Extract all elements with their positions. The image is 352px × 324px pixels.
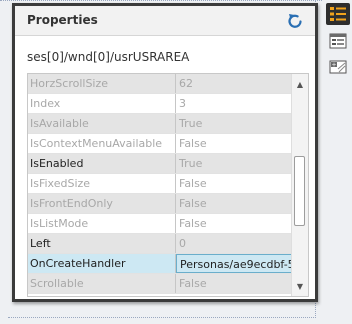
property-value: False bbox=[179, 137, 207, 150]
refresh-icon bbox=[288, 14, 302, 28]
property-row[interactable]: IsListMode False bbox=[28, 214, 292, 234]
vertical-scrollbar[interactable]: ▲ ▼ bbox=[291, 74, 308, 296]
property-name: IsContextMenuAvailable bbox=[28, 134, 176, 153]
property-name: HorzScrollSize bbox=[28, 74, 176, 93]
property-grid[interactable]: HorzScrollSize 62 Index 3 IsAvailable True IsC… bbox=[27, 73, 309, 297]
property-name: IsAvailable bbox=[28, 114, 176, 133]
scroll-thumb[interactable] bbox=[294, 156, 305, 226]
property-value: False bbox=[179, 197, 207, 210]
property-row[interactable]: IsContextMenuAvailable False bbox=[28, 134, 292, 154]
property-row[interactable]: HorzScrollSize 62 bbox=[28, 74, 292, 94]
svg-text:+: + bbox=[332, 62, 337, 69]
property-row[interactable]: IsFixedSize False bbox=[28, 174, 292, 194]
refresh-button[interactable] bbox=[285, 11, 305, 31]
panel-header: Properties bbox=[15, 6, 315, 36]
property-value: True bbox=[179, 117, 203, 130]
properties-list-button[interactable] bbox=[326, 3, 350, 25]
side-toolbar: + bbox=[322, 0, 352, 324]
property-name: OnCreateHandler bbox=[28, 254, 176, 273]
property-row[interactable]: IsFrontEndOnly False bbox=[28, 194, 292, 214]
properties-panel: Properties ses[0]/wnd[0]/usrUSRAREA Horz… bbox=[12, 3, 318, 302]
property-row[interactable]: Left 0 bbox=[28, 234, 292, 254]
property-name: Scrollable bbox=[28, 274, 176, 293]
property-name: IsListMode bbox=[28, 214, 176, 233]
scroll-up-arrow[interactable]: ▲ bbox=[292, 76, 308, 92]
property-row[interactable]: OnCreateHandlerPersonas/ae9ecdbf-5a0 bbox=[28, 254, 292, 274]
property-value: False bbox=[179, 177, 207, 190]
property-value: False bbox=[179, 277, 207, 290]
property-name: IsEnabled bbox=[28, 154, 176, 173]
property-row[interactable]: IsEnabled True bbox=[28, 154, 292, 174]
property-rows: HorzScrollSize 62 Index 3 IsAvailable True IsC… bbox=[28, 74, 292, 294]
element-tree-button[interactable] bbox=[326, 30, 350, 52]
property-value[interactable]: True bbox=[176, 154, 292, 173]
property-value: False bbox=[179, 217, 207, 230]
property-row[interactable]: Index 3 bbox=[28, 94, 292, 114]
scroll-down-arrow[interactable]: ▼ bbox=[292, 278, 308, 294]
property-row[interactable]: Scrollable False bbox=[28, 274, 292, 294]
property-name: Index bbox=[28, 94, 176, 113]
add-script-button[interactable]: + bbox=[326, 56, 350, 78]
add-script-icon: + bbox=[329, 60, 347, 74]
property-value: 3 bbox=[179, 97, 186, 110]
property-name: IsFrontEndOnly bbox=[28, 194, 176, 213]
property-row[interactable]: IsAvailable True bbox=[28, 114, 292, 134]
element-path: ses[0]/wnd[0]/usrUSRAREA bbox=[27, 50, 190, 64]
property-name: Left bbox=[28, 234, 176, 253]
property-value: 62 bbox=[179, 77, 193, 90]
panel-title: Properties bbox=[27, 13, 98, 27]
property-value[interactable]: Personas/ae9ecdbf-5a0 bbox=[176, 254, 292, 273]
properties-list-icon bbox=[330, 7, 346, 21]
element-tree-icon bbox=[329, 33, 347, 49]
property-name: IsFixedSize bbox=[28, 174, 176, 193]
property-value[interactable]: 0 bbox=[176, 234, 292, 253]
